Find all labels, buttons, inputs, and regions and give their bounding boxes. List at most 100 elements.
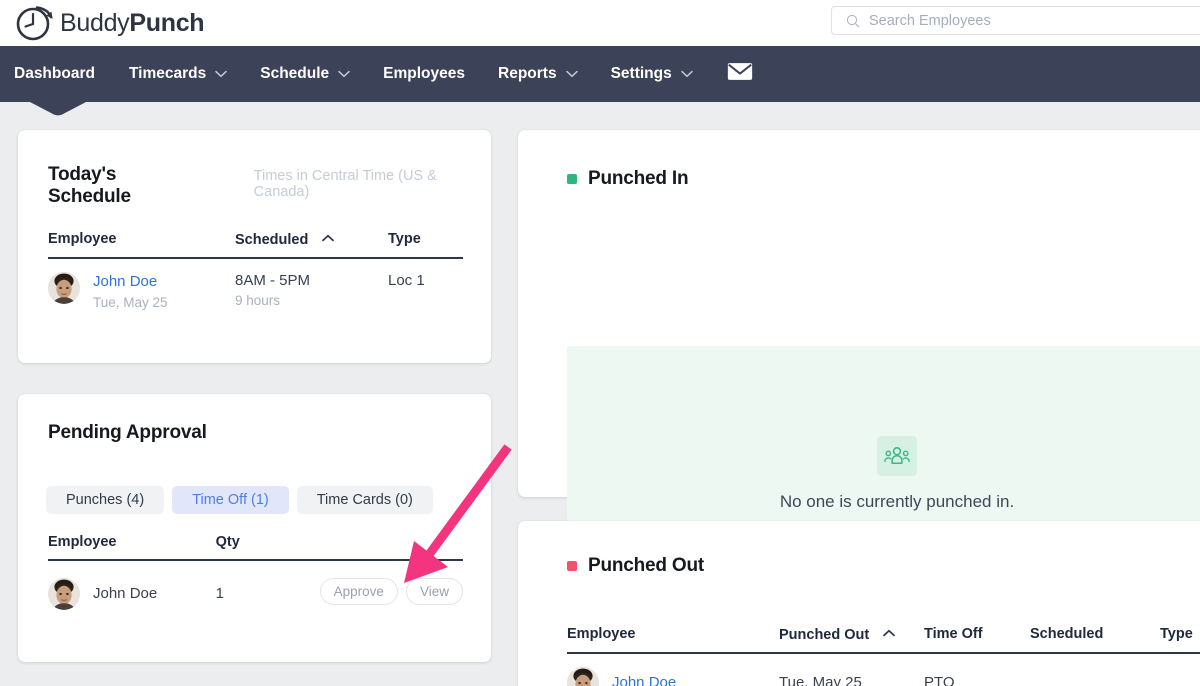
brand-name: BuddyPunch — [60, 8, 205, 38]
search-icon — [846, 14, 860, 28]
nav-label: Employees — [383, 65, 466, 82]
col-label: Employee — [48, 534, 117, 550]
cell-qty: 1 — [216, 560, 320, 610]
col-label: Employee — [48, 231, 117, 247]
avatar — [48, 272, 80, 304]
col-punched-out[interactable]: Punched Out — [779, 625, 924, 654]
employee-date: Tue, May 25 — [93, 295, 168, 311]
sort-asc-icon — [883, 625, 896, 641]
col-scheduled[interactable]: Scheduled — [235, 230, 388, 259]
nav-label: Reports — [498, 65, 557, 82]
cell-punched-out: Tue, May 25 — [779, 653, 924, 686]
col-label: Time Off — [924, 626, 983, 642]
avatar — [48, 578, 80, 610]
users-group-icon — [877, 435, 917, 476]
table-header-row: Employee Punched Out Time Off Scheduled … — [567, 625, 1200, 654]
col-label: Type — [1160, 626, 1193, 642]
col-label: Scheduled — [1030, 626, 1104, 642]
search-input[interactable] — [869, 12, 1199, 29]
main-navigation: Dashboard Timecards Schedule Employees R… — [0, 46, 1200, 102]
todays-schedule-table: Employee Scheduled Type John Doe Tue, Ma… — [48, 230, 463, 312]
employee-search-box[interactable] — [831, 6, 1200, 35]
col-label: Type — [388, 231, 421, 247]
col-actions — [319, 534, 463, 561]
chevron-down-icon — [338, 70, 350, 78]
nav-item-reports[interactable]: Reports — [498, 46, 578, 102]
brand-logo-area[interactable]: BuddyPunch — [14, 2, 205, 44]
qty-value: 1 — [215, 585, 224, 602]
nav-item-messages[interactable] — [727, 46, 753, 102]
col-qty[interactable]: Qty — [215, 534, 320, 561]
top-bar: BuddyPunch — [0, 0, 1200, 46]
cell-employee: John Doe — [567, 653, 779, 686]
cell-actions: Approve View — [319, 560, 463, 610]
cell-type — [1160, 653, 1200, 686]
tab-punches[interactable]: Punches (4) — [46, 486, 165, 514]
cell-scheduled — [1030, 653, 1160, 686]
col-type[interactable]: Type — [388, 230, 463, 259]
col-scheduled[interactable]: Scheduled — [1030, 625, 1160, 654]
col-type[interactable]: Type — [1160, 625, 1200, 654]
punched-in-label: Punched In — [588, 168, 689, 189]
table-row: John Doe Tue, May 25 8AM - 5PM 9 hours L… — [48, 258, 463, 312]
sort-asc-icon — [322, 230, 335, 246]
col-label: Employee — [567, 626, 636, 642]
col-employee[interactable]: Employee — [48, 534, 216, 561]
app-root: BuddyPunch Dashboard Timecards Schedule — [0, 0, 1200, 686]
employee-name-link[interactable]: John Doe — [93, 272, 168, 292]
type-value: Loc 1 — [388, 272, 425, 289]
status-dot-red-icon — [567, 561, 577, 571]
tab-time-off[interactable]: Time Off (1) — [172, 486, 289, 514]
col-label: Punched Out — [779, 627, 870, 643]
table-row: John Doe 1 Approve View — [48, 560, 463, 610]
punched-out-card: Punched Out Employee Punched Out Time Of… — [518, 521, 1200, 686]
table-row: John Doe Tue, May 25 PTO — [567, 653, 1200, 686]
cell-type: Loc 1 — [388, 258, 463, 312]
nav-item-employees[interactable]: Employees — [383, 46, 465, 102]
nav-label: Dashboard — [14, 65, 95, 82]
punched-in-header: Punched In — [567, 168, 689, 190]
clock-arrow-icon — [14, 2, 56, 44]
punched-out-table: Employee Punched Out Time Off Scheduled … — [567, 625, 1200, 686]
employee-name: John Doe — [93, 584, 158, 602]
pending-approval-table: Employee Qty John Doe 1 Approve View — [48, 534, 463, 610]
col-employee[interactable]: Employee — [48, 230, 235, 259]
col-label: Scheduled — [235, 232, 309, 248]
status-dot-green-icon — [567, 174, 577, 184]
col-label: Qty — [215, 534, 240, 550]
brand-word-1: Buddy — [60, 8, 130, 37]
punched-in-card: Punched In No one is currently punched i… — [518, 130, 1200, 601]
chevron-down-icon — [215, 70, 227, 78]
nav-item-settings[interactable]: Settings — [611, 46, 693, 102]
pending-approval-title: Pending Approval — [48, 422, 207, 443]
pending-approval-tabs: Punches (4) Time Off (1) Time Cards (0) — [46, 486, 433, 514]
todays-schedule-card: Today's Schedule Times in Central Time (… — [18, 130, 491, 363]
nav-item-schedule[interactable]: Schedule — [260, 46, 350, 102]
time-off-value: PTO — [924, 674, 955, 686]
timezone-note: Times in Central Time (US & Canada) — [253, 168, 437, 200]
punched-out-value: Tue, May 25 — [779, 674, 862, 686]
avatar — [567, 667, 599, 686]
chevron-down-icon — [681, 70, 693, 78]
col-employee[interactable]: Employee — [567, 625, 779, 654]
approve-button[interactable]: Approve — [319, 578, 398, 605]
punched-out-label: Punched Out — [588, 555, 705, 576]
scheduled-hours: 9 hours — [235, 293, 281, 308]
cell-employee: John Doe Tue, May 25 — [48, 258, 235, 312]
view-button[interactable]: View — [405, 578, 463, 605]
cell-scheduled: 8AM - 5PM 9 hours — [235, 258, 388, 312]
nav-label: Settings — [610, 65, 672, 82]
employee-name-link[interactable]: John Doe — [612, 673, 676, 686]
nav-label: Schedule — [260, 65, 330, 82]
brand-word-2: Punch — [129, 8, 205, 37]
cell-employee: John Doe — [48, 560, 216, 610]
nav-item-timecards[interactable]: Timecards — [129, 46, 227, 102]
envelope-icon — [727, 62, 753, 86]
col-time-off[interactable]: Time Off — [924, 625, 1030, 654]
chevron-down-icon — [565, 70, 578, 78]
active-nav-pointer — [30, 102, 86, 116]
table-header-row: Employee Qty — [48, 534, 463, 561]
tab-time-cards[interactable]: Time Cards (0) — [296, 486, 433, 514]
nav-label: Timecards — [128, 65, 207, 82]
nav-item-dashboard[interactable]: Dashboard — [14, 46, 95, 102]
